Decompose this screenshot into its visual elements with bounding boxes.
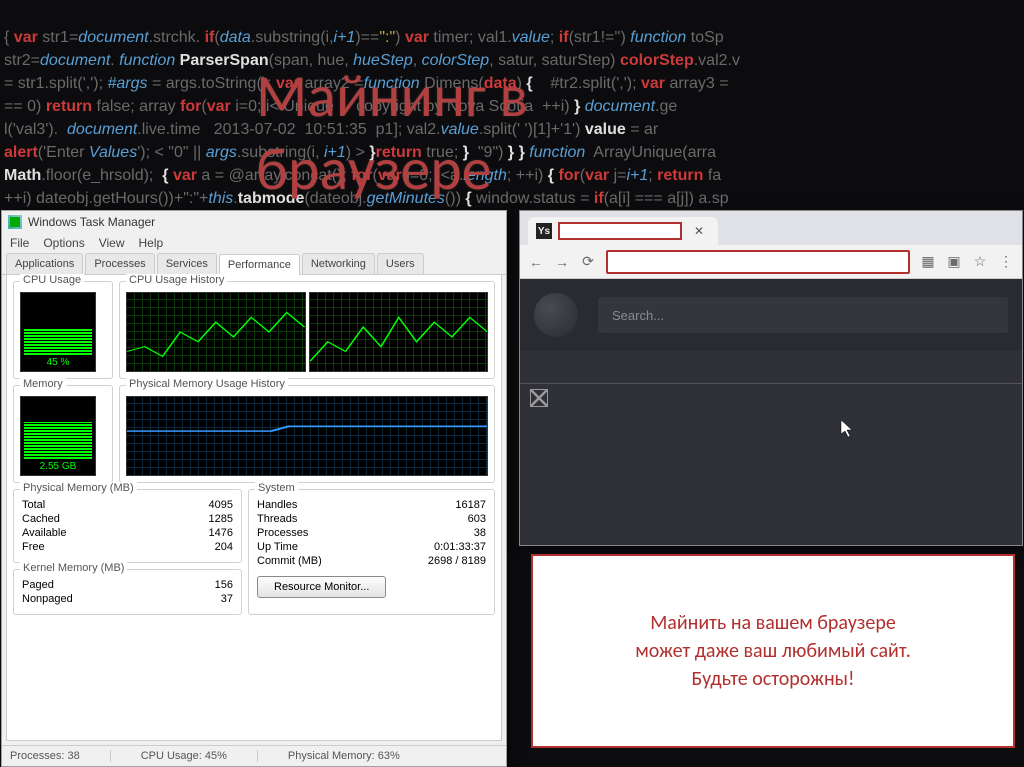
task-manager-window: Windows Task Manager File Options View H… [1,210,507,767]
bookmark-star-icon[interactable]: ☆ [972,254,988,270]
pm-free-v: 204 [215,541,233,553]
cpu-usage-meter: 45 % [20,292,96,372]
tab-title-redacted [558,222,682,240]
sys-proc-k: Processes [257,527,308,539]
search-input[interactable]: Search... [598,297,1008,333]
km-paged-v: 156 [215,579,233,591]
tab-users[interactable]: Users [377,253,424,274]
pm-avail-v: 1476 [209,527,233,539]
task-manager-icon [8,215,22,229]
physical-memory-group: Physical Memory (MB) Total4095 Cached128… [13,489,242,563]
slide-title: Майнинг в браузере [256,60,768,206]
task-manager-statusbar: Processes: 38 CPU Usage: 45% Physical Me… [2,745,506,766]
km-nonpaged-v: 37 [221,593,233,605]
sys-commit-v: 2698 / 8189 [428,555,486,567]
tab-performance[interactable]: Performance [219,254,300,275]
cpu-history-label: CPU Usage History [126,274,227,286]
mem-history-graph [126,396,488,476]
reload-icon[interactable]: ⟳ [580,254,596,270]
menu-help[interactable]: Help [139,236,164,250]
kernel-memory-label: Kernel Memory (MB) [20,562,127,574]
pm-avail-k: Available [22,527,66,539]
sys-proc-v: 38 [474,527,486,539]
task-manager-titlebar[interactable]: Windows Task Manager [2,211,506,233]
cpu-usage-group: CPU Usage 45 % [13,281,113,379]
sys-uptime-v: 0:01:33:37 [434,541,486,553]
memory-meter: 2.55 GB [20,396,96,476]
site-avatar-icon[interactable] [534,293,578,337]
pm-total-v: 4095 [209,499,233,511]
status-cpu: CPU Usage: 45% [141,750,258,762]
km-paged-k: Paged [22,579,54,591]
system-group: System Handles16187 Threads603 Processes… [248,489,495,615]
pm-cached-k: Cached [22,513,60,525]
memory-group: Memory 2.55 GB [13,385,113,483]
task-manager-tabs: Applications Processes Services Performa… [2,253,506,275]
task-manager-menu: File Options View Help [2,233,506,253]
forward-icon[interactable]: → [554,254,570,270]
km-nonpaged-k: Nonpaged [22,593,73,605]
extension-icon-1[interactable]: ▦ [920,254,936,270]
mem-history-label: Physical Memory Usage History [126,378,288,390]
menu-view[interactable]: View [99,236,125,250]
cpu-usage-value: 45 % [47,357,70,368]
content-divider [520,383,1022,384]
warning-text: Майнить на вашем браузере может даже ваш… [635,609,911,693]
search-placeholder: Search... [612,308,664,323]
menu-file[interactable]: File [10,236,29,250]
sys-handles-k: Handles [257,499,297,511]
sys-handles-v: 16187 [455,499,486,511]
system-label: System [255,482,298,494]
pm-cached-v: 1285 [209,513,233,525]
performance-panel: CPU Usage 45 % CPU Usage History [6,274,502,741]
sys-uptime-k: Up Time [257,541,298,553]
browser-window: Ys ✕ ← → ⟳ ▦ ▣ ☆ ⋮ Search... [519,210,1023,546]
close-tab-icon[interactable]: ✕ [688,224,710,238]
sys-threads-k: Threads [257,513,297,525]
sys-threads-v: 603 [468,513,486,525]
tab-processes[interactable]: Processes [85,253,154,274]
browser-toolbar: ← → ⟳ ▦ ▣ ☆ ⋮ [520,245,1022,279]
tab-applications[interactable]: Applications [6,253,83,274]
warning-line3: Будьте осторожны! [692,667,855,691]
mem-history-group: Physical Memory Usage History [119,385,495,483]
extension-icon-2[interactable]: ▣ [946,254,962,270]
broken-image-icon [530,389,548,407]
kernel-memory-group: Kernel Memory (MB) Paged156 Nonpaged37 [13,569,242,615]
memory-label: Memory [20,378,66,390]
address-bar-redacted[interactable] [606,250,910,274]
warning-line1: Майнить на вашем браузере [650,611,896,635]
cpu-history-graph-1 [126,292,306,372]
browser-tabstrip: Ys ✕ [520,211,1022,245]
pm-total-k: Total [22,499,45,511]
warning-line2: может даже ваш любимый сайт. [635,639,911,663]
task-manager-title: Windows Task Manager [28,215,155,229]
resource-monitor-button[interactable]: Resource Monitor... [257,576,386,598]
menu-options[interactable]: Options [43,236,84,250]
back-icon[interactable]: ← [528,254,544,270]
favicon-icon: Ys [536,223,552,239]
status-processes: Processes: 38 [10,750,111,762]
status-memory: Physical Memory: 63% [288,750,430,762]
site-header: Search... [520,279,1022,351]
warning-box: Майнить на вашем браузере может даже ваш… [531,554,1015,748]
tab-services[interactable]: Services [157,253,217,274]
browser-content: Search... [520,279,1022,545]
cpu-usage-label: CPU Usage [20,274,84,286]
cursor-icon [840,419,856,444]
physical-memory-label: Physical Memory (MB) [20,482,137,494]
browser-tab[interactable]: Ys ✕ [528,217,718,245]
pm-free-k: Free [22,541,45,553]
memory-value: 2.55 GB [40,461,77,472]
menu-icon[interactable]: ⋮ [998,254,1014,270]
cpu-history-group: CPU Usage History [119,281,495,379]
cpu-history-graph-2 [309,292,489,372]
sys-commit-k: Commit (MB) [257,555,322,567]
tab-networking[interactable]: Networking [302,253,375,274]
